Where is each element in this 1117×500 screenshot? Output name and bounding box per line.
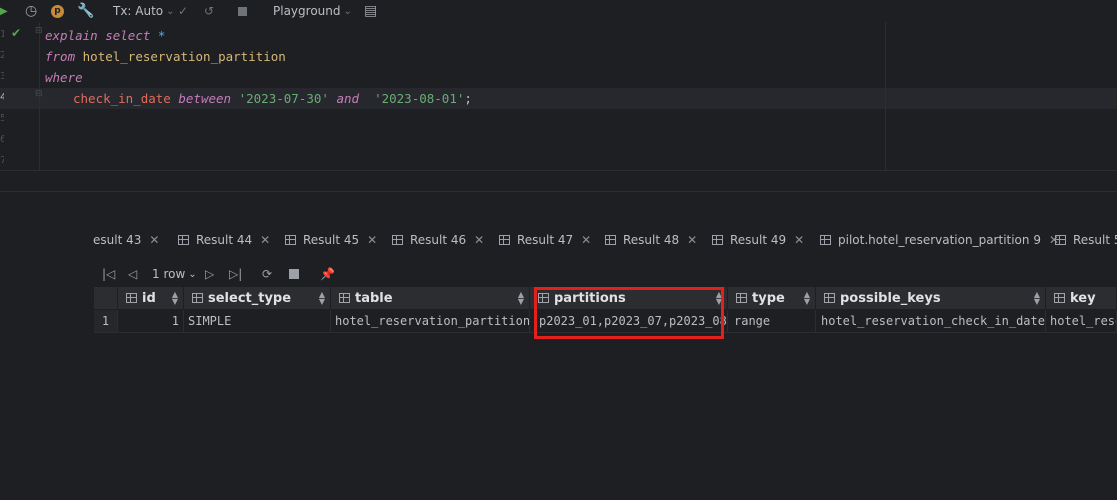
close-icon[interactable]: ✕ — [260, 233, 270, 247]
column-icon — [126, 293, 137, 303]
stop-icon[interactable] — [289, 264, 299, 284]
line-number: 7 — [0, 155, 4, 166]
row-number[interactable]: 1 — [94, 310, 118, 333]
tab-result-47[interactable]: Result 47 ✕ — [499, 230, 591, 250]
fold-icon[interactable]: ⊟ — [35, 26, 43, 36]
last-page-icon[interactable]: ▷| — [229, 264, 242, 284]
column-header-possible-keys[interactable]: possible_keys ▲ ▼ — [816, 287, 1046, 309]
column-header-select-type[interactable]: select_type ▲ ▼ — [184, 287, 331, 309]
code-line-4: check_in_date between '2023-07-30' and '… — [73, 91, 472, 106]
sort-icon[interactable]: ▲ ▼ — [172, 291, 178, 306]
close-icon[interactable]: ✕ — [367, 233, 377, 247]
cell-id[interactable]: 1 — [118, 310, 184, 333]
first-page-icon[interactable]: |◁ — [102, 264, 115, 284]
cell-table[interactable]: hotel_reservation_partition — [331, 310, 530, 333]
divider — [0, 170, 1117, 171]
column-header-table[interactable]: table ▲ ▼ — [331, 287, 530, 309]
code-line-3: where — [45, 70, 83, 85]
row-header-corner — [94, 287, 118, 309]
line-number: 4 — [0, 92, 4, 103]
sort-icon[interactable]: ▲ ▼ — [1034, 291, 1040, 306]
code-line-1: explain select * — [45, 28, 166, 43]
cell-select-type[interactable]: SIMPLE — [184, 310, 331, 333]
line-number: 5 — [0, 113, 4, 124]
row-count-dropdown[interactable]: 1 row ⌄ — [152, 264, 197, 284]
tab-result-45[interactable]: Result 45 ✕ — [285, 230, 377, 250]
line-number: 6 — [0, 134, 4, 145]
sort-icon[interactable]: ▲ ▼ — [804, 291, 810, 306]
close-icon[interactable]: ✕ — [687, 233, 697, 247]
table-icon — [499, 235, 510, 245]
divider — [0, 191, 1117, 192]
column-header-key[interactable]: key — [1046, 287, 1117, 309]
table-view-icon[interactable]: ▤ — [364, 0, 377, 22]
code-line-2: from hotel_reservation_partition — [45, 49, 286, 64]
tab-result-5[interactable]: Result 5 — [1055, 230, 1117, 250]
table-icon — [285, 235, 296, 245]
table-icon — [605, 235, 616, 245]
table-icon — [392, 235, 403, 245]
line-number: 1 — [0, 29, 4, 40]
table-icon — [178, 235, 189, 245]
table-icon — [712, 235, 723, 245]
stop-icon[interactable] — [238, 0, 247, 22]
column-icon — [192, 293, 203, 303]
session-badge[interactable]: p — [51, 0, 64, 22]
close-icon[interactable]: ✕ — [149, 233, 159, 247]
line-number: 2 — [0, 50, 4, 61]
sql-editor[interactable]: 1 2 3 4 5 6 7 ✔ ⊟ ⊟ explain select * fro… — [0, 22, 1117, 170]
run-icon[interactable]: ▶ — [0, 0, 8, 22]
sort-icon[interactable]: ▲ ▼ — [518, 291, 524, 306]
column-icon — [1054, 293, 1065, 303]
tab-result-43[interactable]: esult 43 ✕ — [93, 230, 159, 250]
cell-possible-keys[interactable]: hotel_reservation_check_in_date — [816, 310, 1046, 333]
sort-icon[interactable]: ▲ ▼ — [319, 291, 325, 306]
cell-key[interactable]: hotel_rese — [1046, 310, 1117, 333]
line-number: 3 — [0, 71, 4, 82]
check-icon: ✔ — [11, 26, 22, 40]
tx-mode-dropdown[interactable]: Tx: Auto ⌄ — [113, 0, 175, 22]
prev-page-icon[interactable]: ◁ — [128, 264, 137, 284]
tab-result-partition[interactable]: pilot.hotel_reservation_partition 9 ✕ — [820, 230, 1059, 250]
column-icon — [736, 293, 747, 303]
column-icon — [339, 293, 350, 303]
commit-icon[interactable]: ✓ — [178, 0, 188, 22]
close-icon[interactable]: ✕ — [474, 233, 484, 247]
table-icon — [820, 235, 831, 245]
toolbar: ▶ ◷ p 🔧 Tx: Auto ⌄ ✓ ↺ Playground ⌄ ▤ — [0, 0, 1117, 22]
close-icon[interactable]: ✕ — [794, 233, 804, 247]
refresh-icon[interactable]: ⟳ — [262, 264, 272, 284]
right-margin-line — [885, 22, 886, 170]
close-icon[interactable]: ✕ — [581, 233, 591, 247]
column-header-id[interactable]: id ▲ ▼ — [118, 287, 184, 309]
tab-result-44[interactable]: Result 44 ✕ — [178, 230, 270, 250]
rollback-icon[interactable]: ↺ — [204, 0, 214, 22]
column-header-type[interactable]: type ▲ ▼ — [728, 287, 816, 309]
fold-icon[interactable]: ⊟ — [35, 89, 43, 99]
tab-result-49[interactable]: Result 49 ✕ — [712, 230, 804, 250]
history-icon[interactable]: ◷ — [25, 0, 37, 22]
pin-icon[interactable]: 📌 — [320, 264, 335, 284]
tab-result-48[interactable]: Result 48 ✕ — [605, 230, 697, 250]
highlight-box — [534, 287, 724, 339]
wrench-icon[interactable]: 🔧 — [77, 0, 94, 22]
cell-type[interactable]: range — [728, 310, 816, 333]
column-icon — [824, 293, 835, 303]
playground-dropdown[interactable]: Playground ⌄ — [273, 0, 352, 22]
table-icon — [1055, 235, 1066, 245]
next-page-icon[interactable]: ▷ — [205, 264, 214, 284]
tab-result-46[interactable]: Result 46 ✕ — [392, 230, 484, 250]
